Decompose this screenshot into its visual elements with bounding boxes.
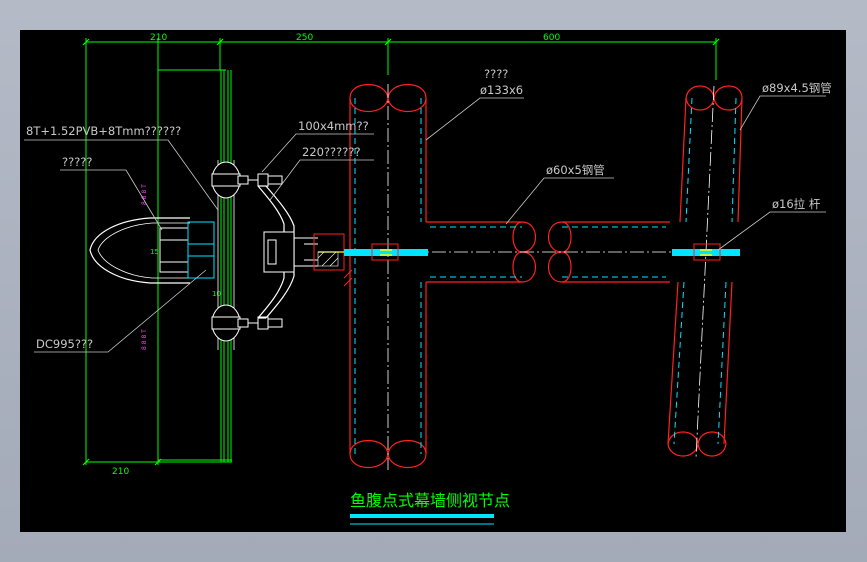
cover-bracket: [159, 227, 189, 273]
right-pipe-centerline: [695, 85, 715, 459]
spider-hub: [263, 231, 295, 273]
laminated-glass: [220, 70, 232, 462]
dimension-210: 210: [150, 33, 167, 43]
hatch-block: [317, 251, 339, 267]
label-cover: ?????: [62, 155, 93, 169]
dimension-250: 250: [296, 33, 313, 43]
label-pipe-main-size: ø133x6: [480, 83, 523, 97]
label-sealant: DC995???: [36, 337, 93, 351]
label-glass: 8T+1.52PVB+8Tmm??????: [26, 124, 181, 138]
title-underline-thick: [350, 514, 494, 518]
dimension-600: 600: [543, 33, 560, 43]
drawing-title: 鱼腹点式幕墙侧视节点: [350, 491, 510, 510]
label-plate: 100x4mm??: [298, 119, 369, 133]
svg-text:8 8 8 T: 8 8 8 T: [141, 184, 148, 205]
label-pipe-main-name: ????: [484, 67, 508, 81]
magenta-notes: 8 8 8 T 8 8 8 T: [141, 184, 148, 350]
label-pipe-mid: ø60x5钢管: [546, 163, 605, 177]
small-dim-10: 10: [212, 290, 221, 298]
label-rod: ø16拉 杆: [772, 197, 821, 211]
label-spider: 220??????: [302, 145, 361, 159]
main-pipe-hatch: [343, 269, 353, 287]
dimension-210-bottom: 210: [112, 467, 129, 477]
cad-viewport: 210 250 600 210 15 10 8 8 8 T 8 8 8 T 8T…: [20, 30, 846, 532]
cover-bracket-cyan: [187, 221, 215, 279]
bottom-fitting: [211, 304, 283, 342]
label-pipe-right: ø89x4.5钢管: [762, 81, 832, 95]
drawing-canvas: 210 250 600 210 15 10 8 8 8 T 8 8 8 T 8T…: [24, 33, 832, 525]
svg-text:8 8 8 T: 8 8 8 T: [141, 329, 148, 350]
small-dim-15: 15: [150, 248, 159, 256]
